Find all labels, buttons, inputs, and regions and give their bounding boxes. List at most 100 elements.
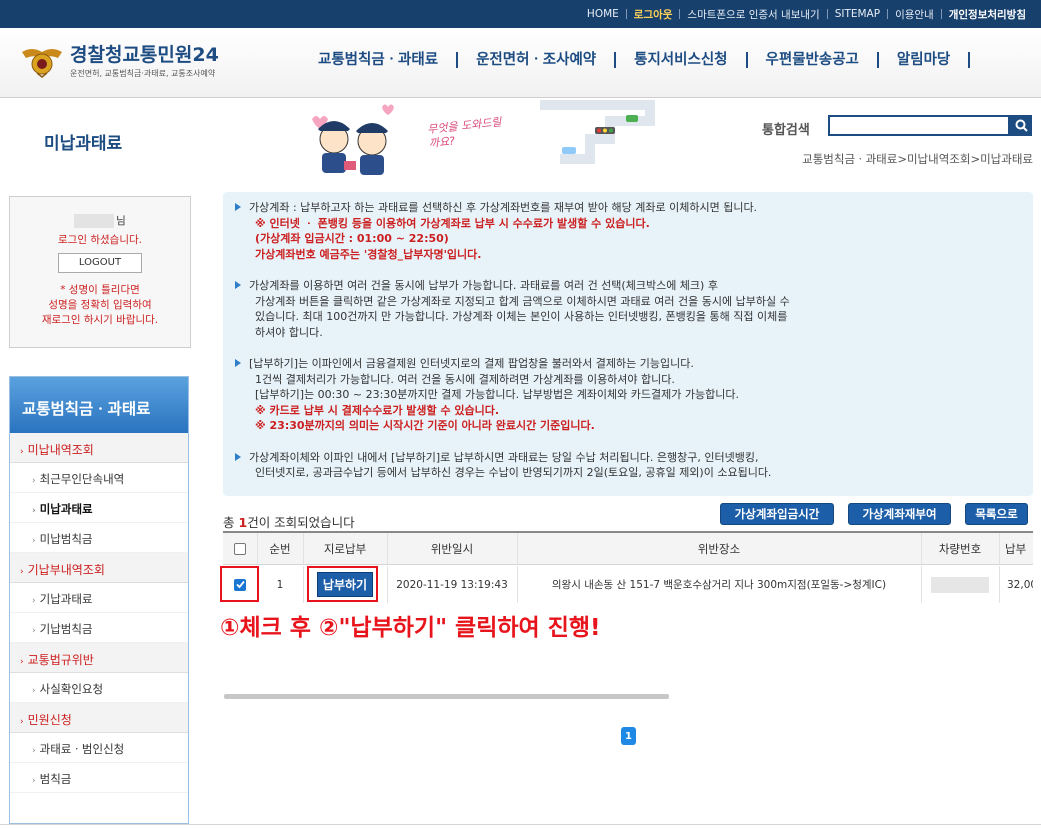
side-nav-item-unpaid-penalty[interactable]: › 미납범칙금 bbox=[10, 523, 188, 553]
result-count: 총 1건이 조회되었습니다 bbox=[223, 512, 355, 531]
triangle-bullet-icon bbox=[235, 203, 241, 211]
login-warning-line: * 성명이 틀리다면 bbox=[60, 284, 140, 296]
side-nav-item-label: 미납과태료 bbox=[39, 502, 93, 516]
horizontal-scrollbar[interactable] bbox=[224, 694, 669, 699]
logout-link[interactable]: 로그아웃 bbox=[627, 7, 680, 22]
sitemap-link[interactable]: SITEMAP bbox=[828, 8, 887, 20]
triangle-bullet-icon bbox=[235, 452, 241, 461]
search-label: 통합검색 bbox=[762, 123, 810, 138]
back-to-list-button[interactable]: 목록으로 bbox=[965, 503, 1028, 525]
logo-title-main: 경찰청 bbox=[70, 44, 123, 66]
notice-line: 1건씩 결제처리가 가능합니다. 여러 건을 동시에 결제하려면 가상계좌를 이… bbox=[255, 372, 675, 386]
checkbox-highlight bbox=[220, 566, 259, 602]
breadcrumb: 교통범칙금ㆍ과태료>미납내역조회>미납과태료 bbox=[802, 152, 1033, 166]
login-warning-line: 성명을 정확히 입력하여 bbox=[48, 299, 152, 311]
side-nav-group-label: 민원신청 bbox=[27, 713, 72, 727]
chevron-right-icon: › bbox=[32, 626, 36, 636]
home-link[interactable]: HOME bbox=[580, 8, 626, 20]
chevron-right-icon: › bbox=[32, 776, 36, 786]
user-name-suffix: 님 bbox=[116, 215, 126, 227]
notice-line: 있습니다. 최대 100건까지 만 가능합니다. 가상계좌 이체는 본인이 사용… bbox=[255, 310, 788, 323]
row-amount: 32,00 bbox=[1007, 578, 1033, 591]
cert-export-link[interactable]: 스마트폰으로 인증서 내보내기 bbox=[680, 7, 826, 22]
header-giro-pay: 지로납부 bbox=[323, 541, 367, 556]
virtual-account-reissue-button[interactable]: 가상계좌재부여 bbox=[848, 503, 951, 525]
side-nav-group-violation[interactable]: › 교통법규위반 bbox=[10, 643, 188, 673]
side-nav-group-petition[interactable]: › 민원신청 bbox=[10, 703, 188, 733]
chevron-right-icon: › bbox=[20, 447, 24, 457]
chevron-right-icon: › bbox=[32, 506, 36, 516]
triangle-bullet-icon bbox=[235, 359, 241, 367]
nav-notice-board[interactable]: 알림마당 bbox=[879, 52, 971, 68]
side-nav-item-label: 사실확인요청 bbox=[39, 682, 104, 696]
row-no: 1 bbox=[276, 578, 284, 591]
notice-paragraph: [납부하기]는 이파인에서 금융결제원 인터넷지로의 결제 팝업창을 불러와서 … bbox=[235, 356, 1023, 434]
side-nav-item-label: 미납범칙금 bbox=[39, 532, 93, 546]
notice-line-warning: (가상계좌 입금시간 : 01:00 ~ 22:50) bbox=[255, 232, 449, 245]
virtual-account-time-button[interactable]: 가상계좌입금시간 bbox=[720, 503, 834, 525]
search-input[interactable] bbox=[828, 115, 1010, 136]
select-all-checkbox[interactable] bbox=[234, 542, 246, 555]
nav-returned-mail[interactable]: 우편물반송공고 bbox=[748, 52, 879, 68]
header-datetime: 위반일시 bbox=[430, 541, 474, 556]
side-nav-item-fine-petition[interactable]: › 과태료ㆍ범인신청 bbox=[10, 733, 188, 763]
top-utility-bar: HOME 로그아웃 스마트폰으로 인증서 내보내기 SITEMAP 이용안내 개… bbox=[0, 0, 1041, 28]
search-button[interactable] bbox=[1010, 115, 1032, 136]
logo-title-sub: 교통민원24 bbox=[122, 44, 219, 66]
instruction-annotation: ①체크 후 ②"납부하기" 클릭하여 진행! bbox=[220, 615, 601, 641]
side-nav-item-recent[interactable]: › 최근무인단속내역 bbox=[10, 463, 188, 493]
page-number-current[interactable]: 1 bbox=[621, 727, 636, 745]
privacy-policy-link[interactable]: 개인정보처리방침 bbox=[942, 7, 1033, 22]
side-nav-item-label: 기납과태료 bbox=[39, 592, 93, 606]
chevron-right-icon: › bbox=[32, 596, 36, 606]
site-logo[interactable]: 경찰청교통민원24 운전면허, 교통범칙금·과태료, 교통조사예약 bbox=[20, 40, 219, 79]
side-nav-item-label: 범칙금 bbox=[39, 772, 72, 786]
side-nav-item-unpaid-fines[interactable]: › 미납과태료 bbox=[10, 493, 188, 523]
row-place: 의왕시 내손동 산 151-7 백운호수삼거리 지나 300m지점(포일동->청… bbox=[551, 579, 887, 591]
header-place: 위반장소 bbox=[697, 541, 741, 556]
chevron-right-icon: › bbox=[32, 476, 36, 486]
side-nav-group-unpaid[interactable]: › 미납내역조회 bbox=[10, 433, 188, 463]
logout-button[interactable]: LOGOUT bbox=[58, 253, 142, 273]
login-status-box: 님 로그인 하셨습니다. LOGOUT * 성명이 틀리다면 성명을 정확히 입… bbox=[9, 196, 191, 348]
side-nav-group-paid[interactable]: › 기납부내역조회 bbox=[10, 553, 188, 583]
side-nav: 교통범칙금ㆍ과태료 › 미납내역조회 › 최근무인단속내역 › 미납과태료 › 미납범칙… bbox=[9, 376, 189, 824]
login-warning-line: 재로그인 하시기 바랍니다. bbox=[41, 314, 159, 326]
notice-line-warning: ※ 인터넷 ㆍ 폰뱅킹 등을 이용하여 가상계좌로 납부 시 수수료가 발생할 … bbox=[255, 216, 650, 230]
side-nav-title: 교통범칙금ㆍ과태료 bbox=[10, 377, 188, 433]
page-title: 미납과태료 bbox=[44, 134, 123, 154]
result-count-prefix: 총 bbox=[223, 515, 239, 530]
chevron-right-icon: › bbox=[32, 746, 36, 756]
page-root: HOME 로그아웃 스마트폰으로 인증서 내보내기 SITEMAP 이용안내 개… bbox=[0, 0, 1041, 828]
login-message: 로그인 하셨습니다. bbox=[58, 234, 142, 246]
divider bbox=[0, 824, 1041, 825]
chevron-right-icon: › bbox=[20, 657, 24, 667]
masked-plate-number bbox=[931, 576, 989, 593]
side-nav-item-paid-penalty[interactable]: › 기납범칙금 bbox=[10, 613, 188, 643]
notice-line-warning: ※ 카드로 납부 시 결제수수료가 발생할 수 있습니다. bbox=[255, 403, 500, 417]
notice-panel: 가상계좌 : 납부하고자 하는 과태료를 선택하신 후 가상계좌번호를 재부여 … bbox=[223, 192, 1033, 496]
nav-license[interactable]: 운전면허ㆍ조사예약 bbox=[458, 52, 617, 68]
side-nav-group-label: 교통법규위반 bbox=[27, 653, 94, 667]
result-count-suffix: 건이 조회되었습니다 bbox=[247, 515, 355, 530]
masked-user-name bbox=[74, 213, 115, 228]
nav-fines[interactable]: 교통범칙금ㆍ과태료 bbox=[300, 52, 459, 68]
side-nav-item-label: 과태료ㆍ범인신청 bbox=[39, 742, 125, 756]
notice-line-warning: 가상계좌번호 예금주는 '경찰청_납부자명'입니다. bbox=[255, 247, 482, 261]
side-nav-item-paid-fines[interactable]: › 기납과태료 bbox=[10, 583, 188, 613]
chevron-right-icon: › bbox=[20, 567, 24, 577]
result-count-number: 1 bbox=[238, 515, 248, 530]
side-nav-item-label: 최근무인단속내역 bbox=[39, 472, 125, 486]
notice-paragraph: 가상계좌이체와 이파인 내에서 [납부하기]로 납부하시면 과태료는 당일 수납… bbox=[235, 450, 1023, 481]
nav-notice-service[interactable]: 통지서비스신청 bbox=[616, 52, 748, 68]
notice-line: 가상계좌 : 납부하고자 하는 과태료를 선택하신 후 가상계좌번호를 재부여 … bbox=[249, 201, 758, 214]
side-nav-item-penalty[interactable]: › 범칙금 bbox=[10, 763, 188, 793]
triangle-bullet-icon bbox=[235, 281, 241, 289]
notice-line: 인터넷지로, 공과금수납기 등에서 납부하신 경우는 수납이 반영되기까지 2일… bbox=[255, 466, 772, 479]
pay-button-highlight bbox=[307, 566, 378, 602]
guide-link[interactable]: 이용안내 bbox=[888, 7, 941, 22]
notice-line: [납부하기]는 00:30 ~ 23:30분까지만 결제 가능합니다. 납부방법… bbox=[255, 388, 739, 401]
logo-subtitle: 운전면허, 교통범칙금·과태료, 교통조사예약 bbox=[70, 69, 216, 78]
side-nav-item-fact-check[interactable]: › 사실확인요청 bbox=[10, 673, 188, 703]
header-plate: 차량번호 bbox=[938, 541, 982, 556]
